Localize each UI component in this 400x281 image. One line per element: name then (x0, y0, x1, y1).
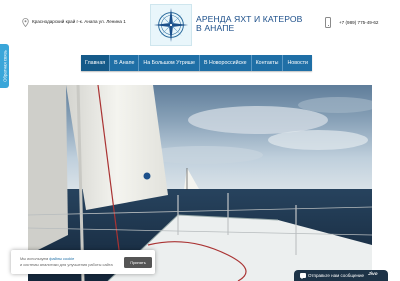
nav-item-anapa[interactable]: В Анапе (110, 55, 140, 71)
accept-cookies-button[interactable]: Принять (124, 257, 152, 268)
cookie-prefix: Мы используем (20, 256, 49, 261)
cookie-banner: Мы используем файлы cookie и системы ана… (11, 250, 155, 274)
feedback-tab-label: Обратная связь (2, 50, 7, 82)
nav-item-home[interactable]: Главная (81, 55, 111, 71)
site-header: Краснодарский край г-к. Анапа ул. Ленина… (0, 0, 400, 52)
location-pin-icon (22, 18, 29, 27)
compass-rose-logo[interactable] (150, 4, 192, 46)
cookie-text-line2: и системы аналитики для улучшения работы… (20, 262, 113, 267)
nav-item-news[interactable]: Новости (283, 55, 312, 71)
cookie-policy-link[interactable]: файлы cookie (49, 256, 74, 261)
main-navigation: Главная В Анапе На Большом Утрише В Ново… (81, 55, 312, 71)
chat-widget[interactable]: Отправьте нам сообщение Jivo (294, 270, 388, 281)
chat-brand: Jivo (368, 272, 378, 277)
phone-number[interactable]: +7 (989) 775-49-62 (339, 20, 378, 25)
nav-item-bolshoy-utrish[interactable]: На Большом Утрише (139, 55, 201, 71)
phone-icon (325, 17, 331, 28)
feedback-side-tab[interactable]: Обратная связь (0, 44, 9, 88)
cookie-text-line1: Мы используем файлы cookie (20, 256, 74, 261)
chat-icon (300, 272, 306, 279)
nav-item-contacts[interactable]: Контакты (252, 55, 284, 71)
address-text: Краснодарский край г-к. Анапа ул. Ленина… (32, 19, 126, 24)
brand-title: АРЕНДА ЯХТ И КАТЕРОВ В АНАПЕ (196, 14, 303, 33)
chat-label: Отправьте нам сообщение (308, 272, 365, 278)
nav-item-novorossiysk[interactable]: В Новороссийске (200, 55, 252, 71)
